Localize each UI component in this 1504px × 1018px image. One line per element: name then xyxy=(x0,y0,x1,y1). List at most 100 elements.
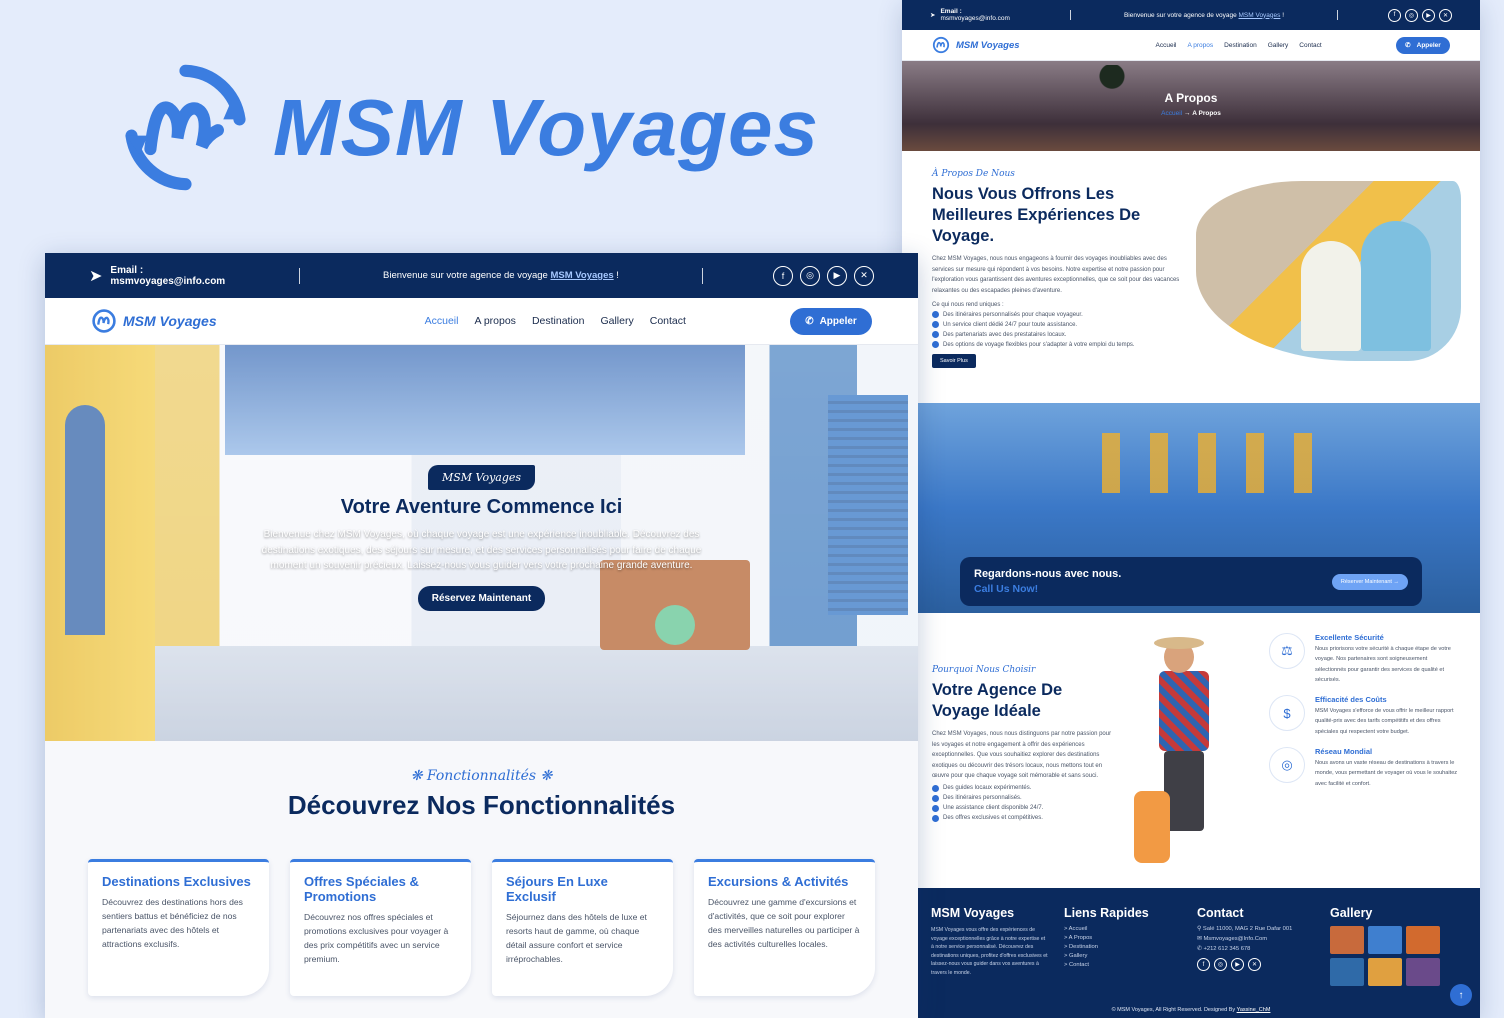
nav-destination[interactable]: Destination xyxy=(1224,42,1257,49)
nav-a-propos[interactable]: A propos xyxy=(474,315,515,327)
learn-more-button[interactable]: Savoir Plus xyxy=(932,354,976,368)
footer-title: MSM Voyages xyxy=(931,906,1015,920)
call-button[interactable]: ✆ Appeler xyxy=(790,307,872,335)
check-text: Des offres exclusives et compétitives. xyxy=(943,815,1043,821)
why-item-network: ◎ Réseau Mondial Nous avons un vaste rése… xyxy=(1269,747,1459,789)
scroll-top-button[interactable]: ↑ xyxy=(1450,984,1472,1006)
footer-link[interactable]: > Accueil xyxy=(1064,926,1181,932)
nav-logo[interactable]: MSM Voyages xyxy=(932,36,1020,54)
email-item[interactable]: ✉ Msmvoyages@Info.Com xyxy=(1197,936,1314,942)
footer-link[interactable]: > Gallery xyxy=(1064,953,1181,959)
network-icon: ◎ xyxy=(1269,747,1305,784)
instagram-icon[interactable]: ◎ xyxy=(1405,8,1418,22)
cost-icon: $ xyxy=(1269,695,1305,732)
sparkle-icon: ❋ xyxy=(410,768,427,784)
feature-card[interactable]: Offres Spéciales & Promotions Découvrez … xyxy=(290,859,471,996)
breadcrumb-current: A Propos xyxy=(1192,110,1221,117)
footer-contact: Contact ⚲ Salé 11000, MAG 2 Rue Dafar 00… xyxy=(1197,906,1314,986)
top-bar: ➤ Email : msmvoyages@info.com Bienvenue … xyxy=(45,253,918,298)
check-text: Une assistance client disponible 24/7. xyxy=(943,805,1044,811)
section-title: Votre Agence De Voyage Idéale xyxy=(932,681,1063,720)
why-item-security: ⚖ Excellente Sécurité Nous priorisons vot… xyxy=(1269,633,1459,685)
welcome-suffix: ! xyxy=(616,270,619,281)
welcome-link[interactable]: MSM Voyages xyxy=(1239,12,1281,19)
footer-title: Contact xyxy=(1197,906,1244,920)
why-item-text: MSM Voyages s'efforce de vous offrir le … xyxy=(1315,708,1454,735)
nav-accueil[interactable]: Accueil xyxy=(425,315,459,327)
gallery-thumb[interactable] xyxy=(1368,958,1402,986)
section-title: Découvrez Nos Fonctionnalités xyxy=(287,790,676,820)
divider xyxy=(1070,10,1071,20)
welcome-suffix: ! xyxy=(1282,11,1285,19)
nav-accueil[interactable]: Accueil xyxy=(1156,42,1177,49)
palm-image xyxy=(1092,65,1132,121)
top-bar: ➤ Email : msmvoyages@info.com Bienvenue … xyxy=(902,0,1480,30)
call-button[interactable]: ✆ Appeler xyxy=(1396,36,1450,54)
facebook-icon[interactable]: f xyxy=(1197,958,1210,971)
nav-logo[interactable]: MSM Voyages xyxy=(91,308,217,334)
welcome-prefix: Bienvenue sur votre agence de voyage xyxy=(383,270,548,281)
nav-links: Accueil A propos Destination Gallery Con… xyxy=(1156,42,1322,49)
check-icon xyxy=(932,784,939,792)
why-item-text: Nous priorisons votre sécurité à chaque … xyxy=(1315,646,1451,683)
divider xyxy=(1337,10,1338,20)
nav-destination[interactable]: Destination xyxy=(532,315,585,327)
gallery-thumb[interactable] xyxy=(1406,926,1440,954)
footer-link[interactable]: > A Propos xyxy=(1064,935,1181,941)
phone-icon: ✆ xyxy=(805,315,814,327)
breadcrumb-home[interactable]: Accueil xyxy=(1161,110,1182,117)
check-text: Des guides locaux expérimentés. xyxy=(943,785,1032,791)
youtube-icon[interactable]: ▶ xyxy=(1422,8,1435,22)
section-tag: ❋ Fonctionnalités ❋ xyxy=(45,768,918,784)
suitcase-image xyxy=(1134,791,1170,863)
instagram-icon[interactable]: ◎ xyxy=(800,265,820,286)
nav-contact[interactable]: Contact xyxy=(650,315,686,327)
reserve-button[interactable]: Réserver Maintenant → xyxy=(1331,573,1408,590)
logo-icon xyxy=(92,309,116,333)
email-value[interactable]: msmvoyages@info.com xyxy=(940,15,1009,22)
brand-logo-block: MSM Voyages xyxy=(118,60,819,195)
welcome-text: Bienvenue sur votre agence de voyage MSM… xyxy=(1071,12,1337,19)
facebook-icon[interactable]: f xyxy=(1388,8,1401,22)
feature-card[interactable]: Excursions & Activités Découvrez une gam… xyxy=(694,859,875,996)
phone-item[interactable]: ✆ +212 612 345 678 xyxy=(1197,946,1314,952)
gallery-thumb[interactable] xyxy=(1330,958,1364,986)
nav-gallery[interactable]: Gallery xyxy=(600,315,633,327)
nav-contact[interactable]: Contact xyxy=(1299,42,1321,49)
why-item-title: Excellente Sécurité xyxy=(1315,633,1384,642)
check-text: Des itinéraires personnalisés. xyxy=(943,795,1022,801)
x-icon[interactable]: ✕ xyxy=(1439,8,1452,22)
email-value[interactable]: msmvoyages@info.com xyxy=(110,276,225,287)
footer-link[interactable]: > Destination xyxy=(1064,944,1181,950)
feature-text: Découvrez des destinations hors des sent… xyxy=(102,897,243,949)
features-section: ❋ Fonctionnalités ❋ Découvrez Nos Foncti… xyxy=(45,741,918,1018)
facebook-icon[interactable]: f xyxy=(773,265,793,286)
book-now-button[interactable]: Réservez Maintenant xyxy=(417,585,546,611)
footer-link[interactable]: > Contact xyxy=(1064,962,1181,968)
divider xyxy=(702,267,703,284)
youtube-icon[interactable]: ▶ xyxy=(1231,958,1244,971)
youtube-icon[interactable]: ▶ xyxy=(827,265,847,286)
welcome-link[interactable]: MSM Voyages xyxy=(550,270,613,281)
gallery-thumb[interactable] xyxy=(1406,958,1440,986)
navbar: MSM Voyages Accueil A propos Destination… xyxy=(902,30,1480,61)
x-icon[interactable]: ✕ xyxy=(1248,958,1261,971)
check-icon xyxy=(932,321,939,328)
call-to-action-box: Regardons-nous avec nous. Call Us Now! R… xyxy=(960,557,1422,606)
gallery-thumb[interactable] xyxy=(1368,926,1402,954)
feature-card[interactable]: Destinations Exclusives Découvrez des de… xyxy=(88,859,269,996)
check-text: Un service client dédié 24/7 pour toute … xyxy=(943,321,1078,328)
feature-cards: Destinations Exclusives Découvrez des de… xyxy=(45,859,918,996)
gallery-thumb[interactable] xyxy=(1330,926,1364,954)
address-item: ⚲ Salé 11000, MAG 2 Rue Dafar 001 xyxy=(1197,926,1314,932)
hero-title: Votre Aventure Commence Ici xyxy=(340,496,623,518)
about-page-screenshot: ➤ Email : msmvoyages@info.com Bienvenue … xyxy=(902,0,1480,1018)
feature-card[interactable]: Séjours En Luxe Exclusif Séjournez dans … xyxy=(492,859,673,996)
nav-gallery[interactable]: Gallery xyxy=(1268,42,1289,49)
x-icon[interactable]: ✕ xyxy=(854,265,874,286)
nav-a-propos[interactable]: A propos xyxy=(1188,42,1214,49)
instagram-icon[interactable]: ◎ xyxy=(1214,958,1227,971)
designer-link[interactable]: Yassine_ChM xyxy=(1237,1007,1271,1013)
check-text: Des partenariats avec des prestataires l… xyxy=(943,331,1067,338)
check-icon xyxy=(932,804,939,812)
